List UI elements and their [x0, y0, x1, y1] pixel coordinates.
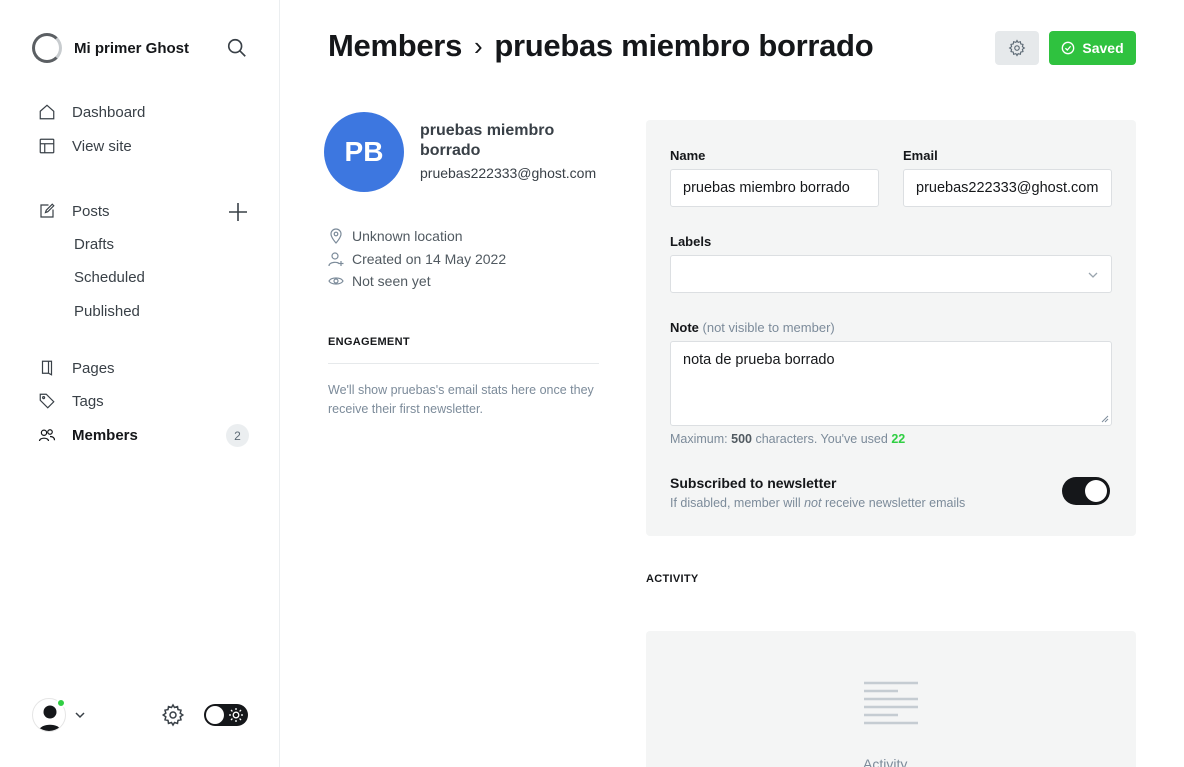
- home-icon: [38, 103, 56, 121]
- char-prefix: Maximum:: [670, 432, 728, 446]
- char-used: 22: [891, 432, 906, 446]
- tag-icon: [38, 392, 56, 410]
- sidebar-item-posts[interactable]: Posts: [38, 202, 110, 220]
- note-value: nota de prueba borrado: [683, 352, 835, 368]
- member-last-seen: Not seen yet: [328, 273, 431, 289]
- sidebar-item-dashboard[interactable]: Dashboard: [38, 103, 145, 121]
- member-created: Created on 14 May 2022: [328, 251, 506, 267]
- location-pin-icon: [328, 228, 344, 244]
- newsletter-toggle[interactable]: [1062, 477, 1110, 505]
- sidebar-item-label: Members: [72, 426, 138, 444]
- newsletter-title: Subscribed to newsletter: [670, 475, 837, 491]
- site-logo: [32, 33, 62, 63]
- divider: [328, 363, 599, 364]
- activity-heading: ACTIVITY: [646, 573, 699, 585]
- newsletter-description: If disabled, member will not receive new…: [670, 496, 965, 510]
- sun-icon: [229, 708, 243, 722]
- member-title: pruebas miembro borrado: [494, 28, 874, 63]
- engagement-text: We'll show pruebas's email stats here on…: [328, 383, 594, 416]
- chevron-down-icon: [75, 712, 85, 719]
- check-circle-icon: [1062, 41, 1075, 55]
- toggle-knob: [1085, 480, 1107, 502]
- sidebar-item-label: Dashboard: [72, 103, 146, 121]
- layout-icon: [38, 137, 56, 155]
- member-location: Unknown location: [328, 228, 463, 244]
- gear-icon: [1008, 39, 1026, 57]
- email-field[interactable]: pruebas222333@ghost.com: [903, 169, 1112, 207]
- sidebar-item-drafts[interactable]: Drafts: [74, 236, 114, 253]
- save-button[interactable]: Saved: [1049, 31, 1136, 65]
- members-count-badge: 2: [226, 424, 249, 447]
- note-character-count: Maximum: 500 characters. You've used 22: [670, 432, 905, 446]
- newsletter-desc-post: receive newsletter emails: [824, 496, 966, 510]
- site-name: Mi primer Ghost: [74, 39, 190, 57]
- breadcrumb-members[interactable]: Members: [328, 28, 462, 64]
- page-title: Members › pruebas miembro borrado: [328, 28, 874, 64]
- sidebar-item-label: Pages: [72, 359, 115, 377]
- engagement-heading: ENGAGEMENT: [328, 336, 410, 348]
- sidebar-item-pages[interactable]: Pages: [38, 359, 115, 377]
- sidebar: Mi primer Ghost Dashboard View site Post…: [0, 0, 280, 767]
- sidebar-item-label: Posts: [72, 202, 110, 220]
- note-label: Note (not visible to member): [670, 320, 835, 335]
- breadcrumb-separator: ›: [474, 30, 483, 61]
- add-post-icon[interactable]: [228, 202, 248, 222]
- members-icon: [38, 426, 56, 444]
- eye-icon: [328, 273, 344, 289]
- email-label: Email: [903, 148, 938, 163]
- member-email: pruebas222333@ghost.com: [420, 165, 597, 181]
- activity-list-icon: [864, 681, 918, 725]
- labels-label: Labels: [670, 234, 712, 249]
- toggle-knob: [206, 706, 224, 724]
- note-hint: (not visible to member): [702, 320, 835, 335]
- member-last-seen-text: Not seen yet: [352, 273, 431, 289]
- sidebar-item-label: Tags: [72, 392, 104, 410]
- online-status-dot: [56, 698, 66, 708]
- labels-select[interactable]: [670, 255, 1112, 293]
- char-mid: characters. You've used: [755, 432, 888, 446]
- name-label: Name: [670, 148, 706, 163]
- sidebar-item-scheduled[interactable]: Scheduled: [74, 269, 145, 286]
- brand[interactable]: Mi primer Ghost: [32, 33, 189, 63]
- member-created-text: Created on 14 May 2022: [352, 251, 507, 267]
- user-add-icon: [328, 251, 344, 267]
- pen-icon: [38, 202, 56, 220]
- chevron-down-icon: [1088, 272, 1098, 278]
- theme-toggle[interactable]: [204, 704, 248, 726]
- sidebar-item-label: View site: [72, 137, 132, 155]
- member-settings-button[interactable]: [995, 31, 1039, 65]
- search-icon[interactable]: [226, 37, 248, 59]
- member-location-text: Unknown location: [352, 228, 463, 244]
- sidebar-item-members[interactable]: Members: [38, 426, 138, 444]
- sidebar-item-published[interactable]: Published: [74, 303, 140, 320]
- name-field[interactable]: pruebas miembro borrado: [670, 169, 879, 207]
- page-icon: [38, 359, 56, 377]
- member-name: pruebas miembro borrado: [420, 122, 555, 159]
- save-button-label: Saved: [1082, 40, 1124, 56]
- char-max: 500: [731, 432, 752, 446]
- note-textarea[interactable]: nota de prueba borrado: [670, 341, 1112, 426]
- resize-handle-icon[interactable]: [1101, 415, 1109, 423]
- sidebar-item-tags[interactable]: Tags: [38, 392, 104, 410]
- newsletter-desc-pre: If disabled, member will: [670, 496, 801, 510]
- activity-empty-label: Activity: [863, 756, 908, 767]
- sidebar-item-view-site[interactable]: View site: [38, 137, 132, 155]
- note-label-text: Note: [670, 320, 699, 335]
- member-avatar: PB: [324, 112, 404, 192]
- gear-icon[interactable]: [161, 703, 185, 727]
- newsletter-desc-em: not: [804, 496, 822, 510]
